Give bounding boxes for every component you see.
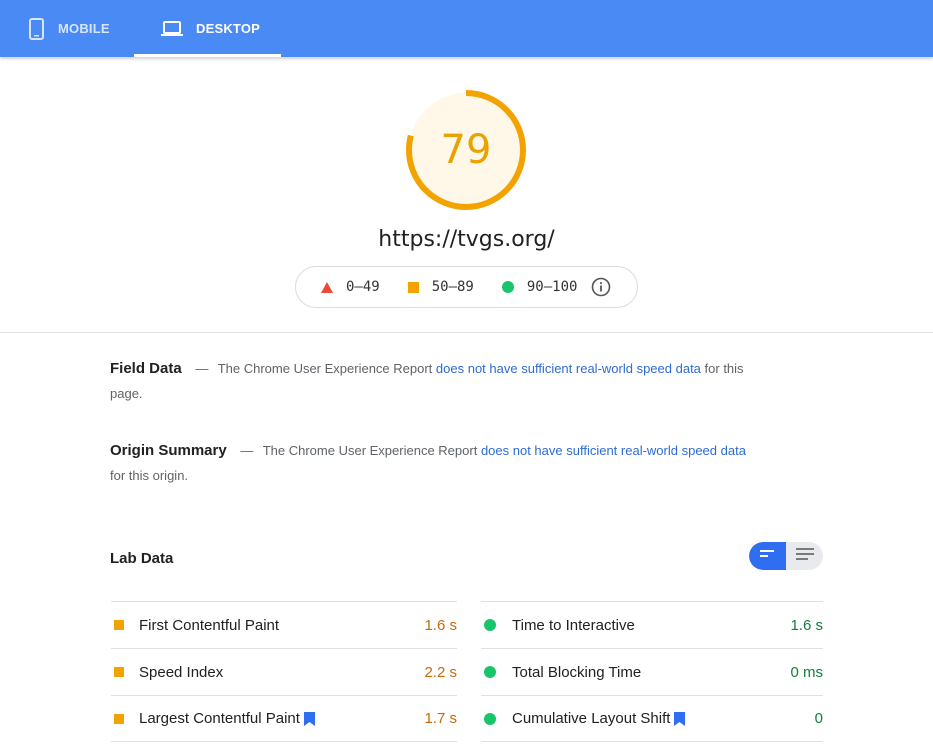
tested-url: https://tvgs.org/ [378, 227, 555, 252]
metric-cumulative-layout-shift: Cumulative Layout Shift 0 [481, 695, 823, 742]
origin-summary-link[interactable]: does not have sufficient real-world spee… [481, 443, 746, 458]
legend-average: 50–89 [407, 279, 474, 295]
phone-icon [28, 17, 45, 40]
lab-data-heading: Lab Data [110, 550, 174, 567]
field-data-dash: — [195, 361, 209, 376]
field-data-link[interactable]: does not have sufficient real-world spee… [436, 361, 701, 376]
metric-label: Total Blocking Time [512, 663, 642, 681]
tab-desktop[interactable]: DESKTOP [134, 0, 281, 57]
field-data-text-before: The Chrome User Experience Report [217, 361, 433, 376]
short-lines-icon [759, 547, 776, 565]
device-tab-bar: MOBILE DESKTOP [0, 0, 933, 57]
summary-view-button[interactable] [749, 542, 786, 570]
bookmark-icon[interactable] [303, 711, 315, 726]
tab-desktop-label: DESKTOP [196, 21, 261, 36]
expanded-view-button[interactable] [786, 542, 823, 570]
metric-first-contentful-paint: First Contentful Paint 1.6 s [111, 601, 457, 648]
legend-average-range: 50–89 [431, 279, 474, 295]
metric-time-to-interactive: Time to Interactive 1.6 s [481, 601, 823, 648]
pass-circle-icon [501, 281, 514, 293]
origin-summary-dash: — [240, 443, 254, 458]
metrics-column-left: First Contentful Paint 1.6 s Speed Index… [111, 601, 457, 742]
origin-summary-section: Origin Summary — The Chrome User Experie… [110, 438, 760, 488]
metric-value: 1.6 s [790, 616, 823, 634]
info-icon[interactable] [591, 277, 611, 297]
performance-score-gauge: 79 [403, 88, 529, 214]
pass-circle-icon [484, 619, 496, 631]
fail-triangle-icon [321, 281, 333, 293]
metrics-column-right: Time to Interactive 1.6 s Total Blocking… [481, 601, 823, 742]
average-square-icon [114, 713, 124, 724]
metric-label: Speed Index [139, 663, 224, 681]
metric-speed-index: Speed Index 2.2 s [111, 648, 457, 695]
average-square-icon [114, 620, 124, 630]
metric-value: 0 [814, 710, 823, 727]
origin-summary-text-before: The Chrome User Experience Report [262, 443, 478, 458]
legend-fail-range: 0–49 [346, 279, 380, 295]
field-data-heading: Field Data [110, 360, 182, 377]
active-tab-indicator [134, 54, 281, 57]
legend-pass-range: 90–100 [526, 279, 578, 295]
metric-value: 2.2 s [424, 663, 457, 681]
metric-label: First Contentful Paint [139, 616, 280, 634]
lines-icon [795, 547, 814, 566]
metric-label: Largest Contentful Paint [139, 710, 300, 727]
pass-circle-icon [484, 666, 496, 678]
metric-label: Time to Interactive [512, 616, 635, 634]
legend-fail: 0–49 [321, 279, 380, 295]
average-square-icon [407, 281, 419, 293]
average-square-icon [114, 667, 124, 677]
origin-summary-text-after: for this origin. [110, 468, 189, 483]
metrics-view-toggle[interactable] [749, 542, 823, 570]
metric-value: 0 ms [790, 663, 823, 681]
laptop-icon [161, 20, 183, 37]
metric-largest-contentful-paint: Largest Contentful Paint 1.7 s [111, 695, 457, 742]
bookmark-icon[interactable] [674, 711, 686, 726]
legend-pass: 90–100 [501, 279, 578, 295]
performance-score: 79 [440, 127, 492, 173]
metric-value: 1.7 s [424, 710, 457, 727]
origin-summary-heading: Origin Summary [110, 442, 227, 459]
pass-circle-icon [484, 712, 496, 725]
tab-mobile-label: MOBILE [58, 21, 110, 36]
field-data-section: Field Data — The Chrome User Experience … [110, 356, 770, 406]
tab-mobile[interactable]: MOBILE [28, 0, 110, 57]
metric-label: Cumulative Layout Shift [512, 710, 671, 727]
metric-value: 1.6 s [424, 616, 457, 634]
score-legend: 0–49 50–89 90–100 [295, 266, 638, 308]
metric-total-blocking-time: Total Blocking Time 0 ms [481, 648, 823, 695]
section-divider [0, 332, 933, 333]
